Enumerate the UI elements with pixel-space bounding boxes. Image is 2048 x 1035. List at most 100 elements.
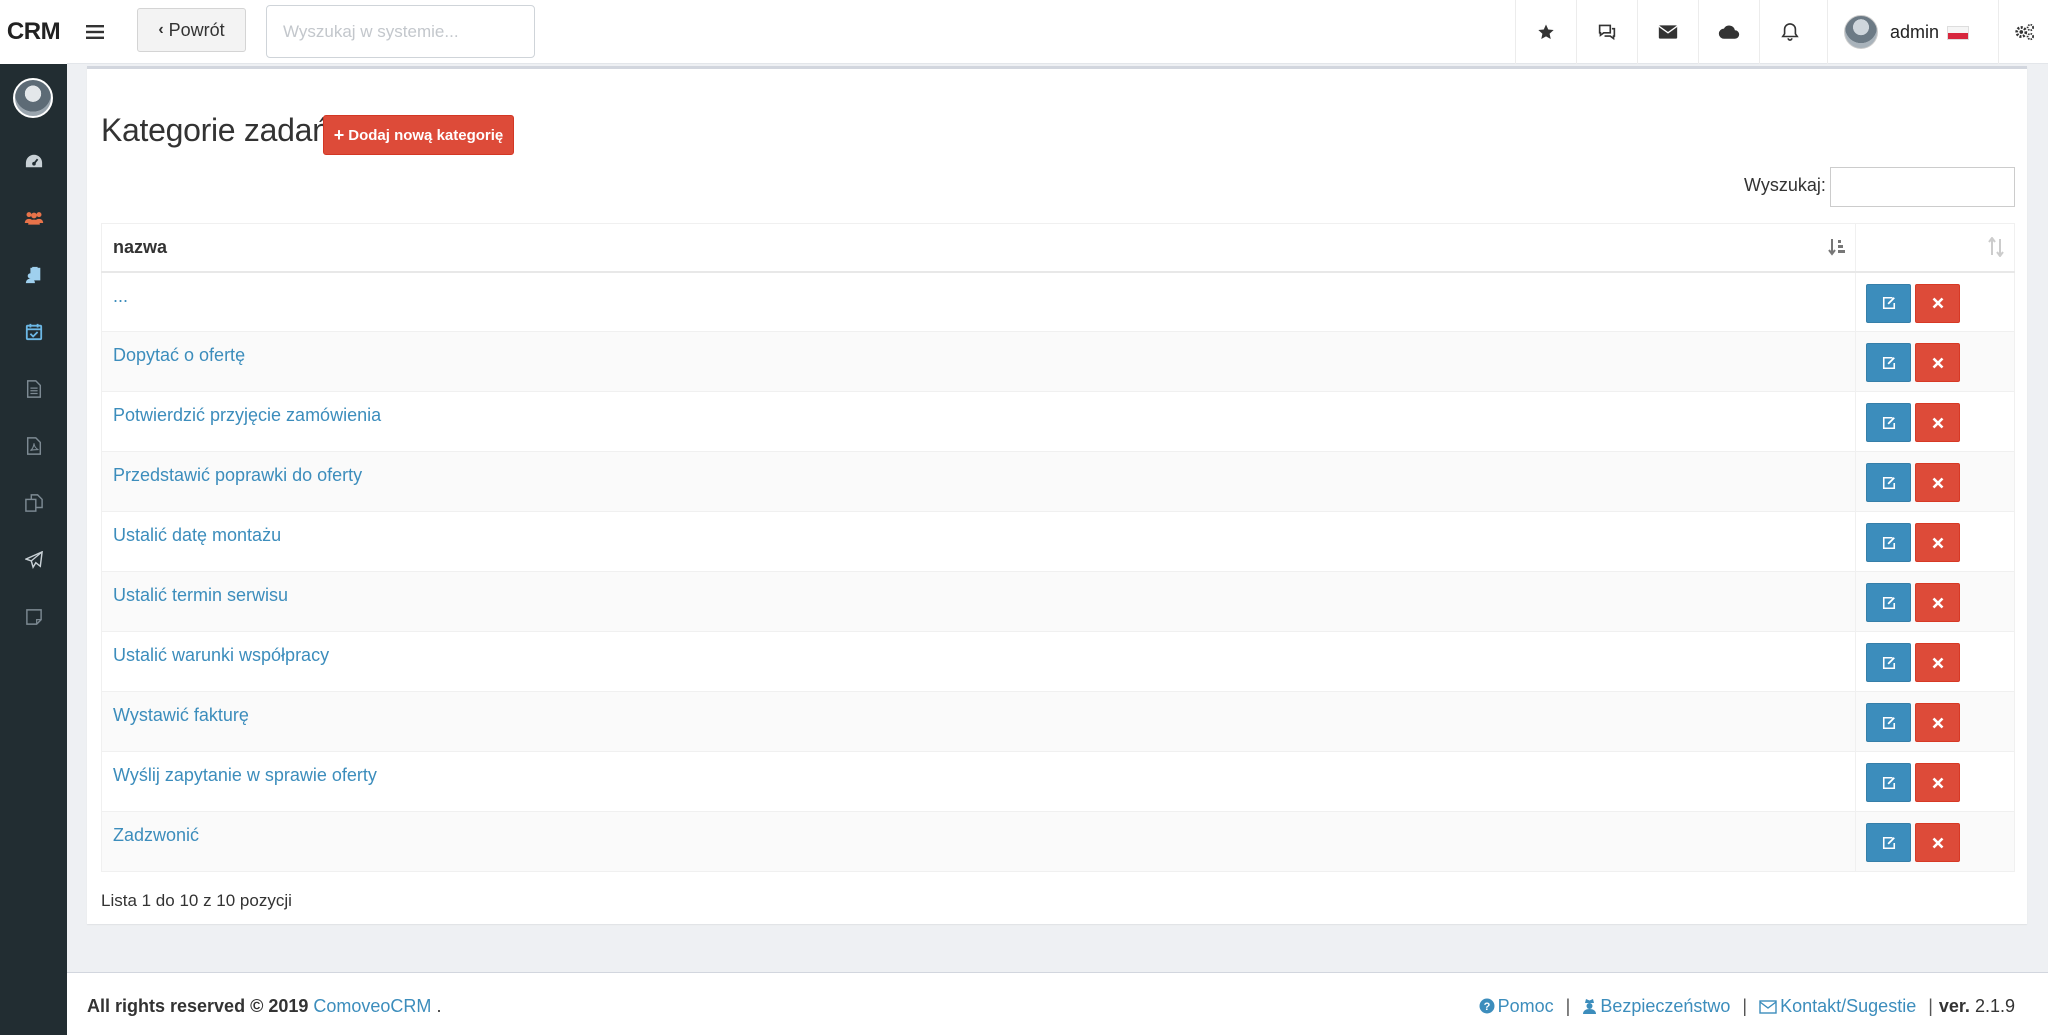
table-row: ... <box>100 271 2015 332</box>
sidebar-item-notes[interactable] <box>0 597 67 637</box>
user-secret-icon <box>1583 999 1597 1014</box>
footer-links: ? Pomoc | Bezpieczeństwo | Kontakt/Sugest… <box>1479 996 2015 1017</box>
settings-button[interactable] <box>1998 0 2048 64</box>
brand-logo[interactable]: CRM <box>0 0 67 64</box>
category-link[interactable]: Przedstawić poprawki do oferty <box>113 465 362 485</box>
menu-toggle-button[interactable] <box>67 0 123 64</box>
table-row: Zadzwonić <box>100 811 2015 872</box>
sidebar-item-files[interactable] <box>0 483 67 523</box>
table-search-input[interactable] <box>1830 167 2015 207</box>
category-link[interactable]: Ustalić warunki współpracy <box>113 645 329 665</box>
table-search-label: Wyszukaj: <box>1744 175 1826 195</box>
edit-button[interactable] <box>1866 523 1912 562</box>
category-link[interactable]: Wyślij zapytanie w sprawie oferty <box>113 765 377 785</box>
delete-button[interactable] <box>1915 643 1961 682</box>
clipboard-user-icon <box>25 266 40 284</box>
edit-icon <box>1882 776 1895 789</box>
category-link[interactable]: Potwierdzić przyjęcie zamówienia <box>113 405 381 425</box>
back-button-label: Powrót <box>168 19 225 40</box>
user-menu[interactable]: admin <box>1827 0 1998 64</box>
svg-text:?: ? <box>1483 1001 1490 1013</box>
category-link[interactable]: Ustalić datę montażu <box>113 525 281 545</box>
edit-icon <box>1882 716 1895 729</box>
delete-button[interactable] <box>1915 463 1961 502</box>
edit-icon <box>1882 296 1895 310</box>
chat-button[interactable] <box>1576 0 1637 64</box>
footer-separator: | <box>1565 996 1571 1016</box>
delete-button[interactable] <box>1915 763 1961 802</box>
category-link[interactable]: Zadzwonić <box>113 825 199 845</box>
edit-icon <box>1882 416 1895 429</box>
footer-copyright: All rights reserved © 2019 ComoveoCRM . <box>87 996 442 1016</box>
add-category-button[interactable]: + Dodaj nową kategorię <box>323 115 514 155</box>
back-button[interactable]: ‹ Powrót <box>137 8 246 52</box>
sidebar-item-send[interactable] <box>0 540 67 580</box>
edit-button[interactable] <box>1866 283 1912 323</box>
edit-button[interactable] <box>1866 823 1912 862</box>
edit-button[interactable] <box>1866 583 1912 622</box>
edit-button[interactable] <box>1866 763 1912 802</box>
sidebar-item-pdf[interactable] <box>0 426 67 466</box>
edit-button[interactable] <box>1866 703 1912 742</box>
category-link[interactable]: Ustalić termin serwisu <box>113 585 288 605</box>
messages-button[interactable] <box>1637 0 1698 64</box>
cloud-icon <box>1718 25 1740 39</box>
star-icon <box>1538 24 1554 40</box>
contact-link[interactable]: Kontakt/Sugestie <box>1759 996 1916 1017</box>
edit-button[interactable] <box>1866 643 1912 682</box>
user-name: admin <box>1890 22 1970 43</box>
edit-icon <box>1882 536 1895 549</box>
delete-button[interactable] <box>1915 403 1961 442</box>
global-search-input[interactable] <box>267 6 534 57</box>
edit-button[interactable] <box>1866 343 1912 382</box>
close-icon <box>1932 717 1943 728</box>
sidebar-avatar[interactable] <box>13 78 53 118</box>
delete-button[interactable] <box>1915 343 1961 382</box>
column-header-actions[interactable] <box>1855 223 2015 273</box>
sidebar-item-dashboard[interactable] <box>0 141 67 181</box>
bell-icon <box>1781 23 1799 41</box>
notifications-button[interactable] <box>1759 0 1820 64</box>
close-icon <box>1932 537 1943 548</box>
sidebar <box>0 64 67 1035</box>
delete-button[interactable] <box>1915 703 1961 742</box>
delete-button[interactable] <box>1915 823 1961 862</box>
table-row: Ustalić warunki współpracy <box>100 631 2015 692</box>
categories-panel: Kategorie zadań + Dodaj nową kategorię W… <box>87 66 2027 924</box>
copy-icon <box>24 494 43 512</box>
edit-button[interactable] <box>1866 403 1912 442</box>
delete-button[interactable] <box>1915 283 1961 323</box>
sidebar-item-tasks-list[interactable] <box>0 255 67 295</box>
column-header-name[interactable]: nazwa <box>100 223 1856 273</box>
global-search <box>266 5 535 58</box>
table-info: Lista 1 do 10 z 10 pozycji <box>101 891 292 910</box>
sidebar-item-calendar[interactable] <box>0 312 67 352</box>
chevron-left-icon: ‹ <box>158 21 164 38</box>
cloud-button[interactable] <box>1698 0 1759 64</box>
sidebar-item-clients[interactable] <box>0 198 67 238</box>
company-link[interactable]: ComoveoCRM <box>313 996 431 1016</box>
category-link[interactable]: Wystawić fakturę <box>113 705 249 725</box>
category-link[interactable]: ... <box>113 286 128 306</box>
app-version: 2.1.9 <box>1974 996 2015 1016</box>
sort-ascending-icon <box>1828 239 1846 256</box>
gears-icon <box>2014 23 2034 41</box>
security-link[interactable]: Bezpieczeństwo <box>1582 996 1730 1017</box>
footer: All rights reserved © 2019 ComoveoCRM . … <box>67 972 2048 1035</box>
categories-table: nazwa ... Dopytać o ofertę Potwierdzić p… <box>100 223 2015 872</box>
favorites-button[interactable] <box>1515 0 1576 64</box>
edit-button[interactable] <box>1866 463 1912 502</box>
paper-plane-icon <box>24 551 43 569</box>
comments-icon <box>1598 24 1616 41</box>
edit-icon <box>1882 836 1895 849</box>
delete-button[interactable] <box>1915 523 1961 562</box>
footer-separator: | <box>1742 996 1748 1016</box>
edit-icon <box>1882 476 1895 489</box>
sidebar-item-documents[interactable] <box>0 369 67 409</box>
help-link[interactable]: ? Pomoc <box>1479 996 1554 1017</box>
question-circle-icon: ? <box>1479 998 1495 1014</box>
add-category-label: Dodaj nową kategorię <box>348 126 504 144</box>
category-link[interactable]: Dopytać o ofertę <box>113 345 245 365</box>
envelope-icon <box>1658 25 1678 39</box>
delete-button[interactable] <box>1915 583 1961 622</box>
